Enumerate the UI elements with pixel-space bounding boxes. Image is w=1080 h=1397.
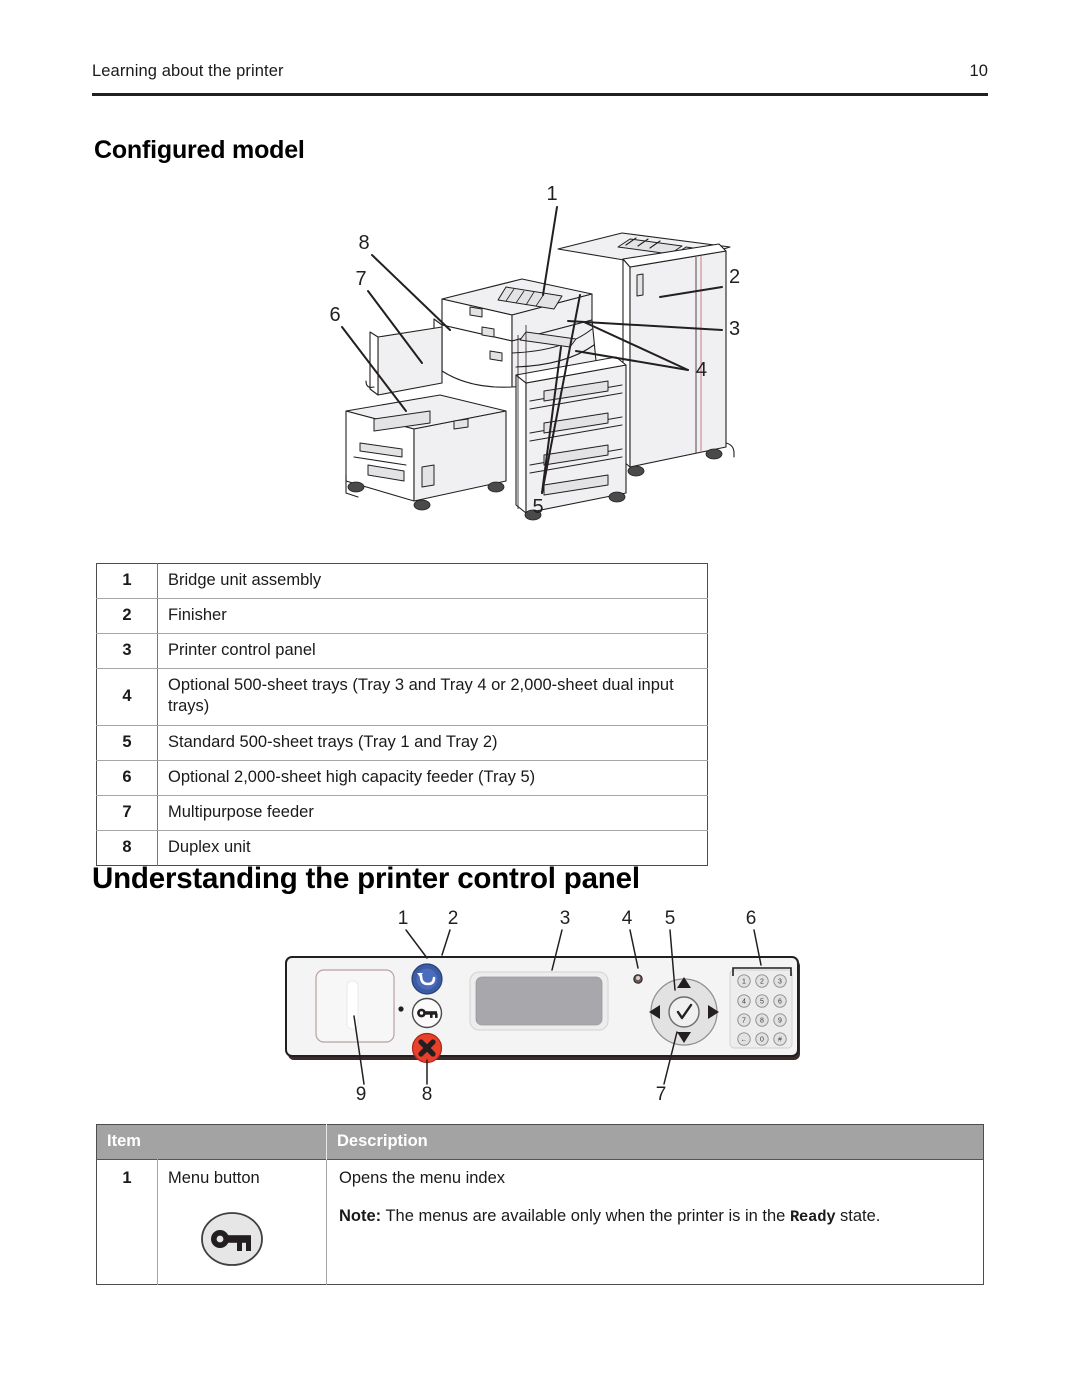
item-number: 1 <box>96 1159 158 1285</box>
svg-text:7: 7 <box>742 1018 746 1025</box>
part-description: Optional 500-sheet trays (Tray 3 and Tra… <box>157 668 708 726</box>
printer-callout-2: 2 <box>729 266 740 288</box>
column-header-item: Item <box>96 1124 327 1160</box>
header-divider-rule <box>92 93 988 96</box>
note-text-before: The menus are available only when the pr… <box>381 1207 790 1226</box>
part-number: 4 <box>96 668 158 726</box>
cp-callout-3: 3 <box>560 908 571 929</box>
cp-callout-4: 4 <box>622 908 633 929</box>
printer-callout-3: 3 <box>729 318 740 340</box>
svg-text:9: 9 <box>778 1018 782 1025</box>
part-description: Optional 2,000-sheet high capacity feede… <box>157 760 708 796</box>
table-row: 7 Multipurpose feeder <box>96 795 708 831</box>
printer-callout-7: 7 <box>355 268 366 290</box>
item-name-cell: Menu button <box>157 1159 327 1285</box>
svg-text:3: 3 <box>778 979 782 986</box>
table-header-row: Item Description <box>96 1124 984 1160</box>
part-number: 8 <box>96 830 158 866</box>
printer-callout-4: 4 <box>696 359 707 381</box>
printer-callout-6: 6 <box>330 304 341 326</box>
printer-callout-5: 5 <box>532 496 543 518</box>
cp-callout-8: 8 <box>422 1084 433 1105</box>
svg-text:6: 6 <box>778 999 782 1006</box>
table-row: 6 Optional 2,000-sheet high capacity fee… <box>96 760 708 796</box>
part-description: Duplex unit <box>168 837 251 856</box>
part-number: 2 <box>96 598 158 635</box>
table-row: 8 Duplex unit <box>96 830 708 866</box>
svg-text:0: 0 <box>760 1037 764 1044</box>
table-row: 3 Printer control panel <box>96 633 708 670</box>
part-description: Bridge unit assembly <box>157 563 708 600</box>
description-text: Opens the menu index <box>339 1169 506 1187</box>
control-panel-item-table: Item Description 1 Menu button Opens the… <box>96 1124 984 1285</box>
part-number: 1 <box>96 563 158 600</box>
svg-text:2: 2 <box>760 979 764 986</box>
note-state-value: Ready <box>789 1208 836 1227</box>
printer-callout-8: 8 <box>358 232 369 254</box>
section-title-control-panel: Understanding the printer control panel <box>92 862 640 895</box>
svg-text:4: 4 <box>742 999 746 1006</box>
header-page-number: 10 <box>969 62 988 80</box>
note-text-after: state. <box>835 1207 881 1226</box>
configured-model-illustration: .ln { fill:none; stroke:#231f20; stroke-… <box>330 175 750 555</box>
item-label: Menu button <box>168 1169 260 1187</box>
cp-callout-1: 1 <box>398 908 409 929</box>
svg-text:#: # <box>778 1037 782 1044</box>
table-row: 1 Bridge unit assembly <box>96 563 708 600</box>
cp-callout-9: 9 <box>356 1084 367 1105</box>
printer-callout-1: 1 <box>546 183 557 205</box>
part-number: 7 <box>96 795 158 831</box>
page-title-configured-model: Configured model <box>94 136 305 164</box>
part-number: 5 <box>96 725 158 761</box>
page-header: Learning about the printer 10 <box>92 62 988 81</box>
header-section-title: Learning about the printer <box>92 62 284 80</box>
cp-callout-7: 7 <box>656 1084 667 1105</box>
svg-text:←: ← <box>741 1037 748 1044</box>
part-description: Printer control panel <box>157 633 708 670</box>
part-number: 6 <box>96 760 158 796</box>
table-row: 5 Standard 500-sheet trays (Tray 1 and T… <box>96 725 708 761</box>
cp-callout-5: 5 <box>665 908 676 929</box>
printer-control-panel-illustration: .cl { fill:none; stroke:#231f20; stroke-… <box>272 908 817 1108</box>
table-row: 1 Menu button Opens the menu index Note:… <box>96 1159 984 1285</box>
part-description: Standard 500-sheet trays (Tray 1 and Tra… <box>157 725 708 761</box>
part-description: Multipurpose feeder <box>157 795 708 831</box>
key-icon <box>194 1211 316 1273</box>
column-header-description: Description <box>326 1124 984 1160</box>
note-label: Note: <box>339 1207 382 1226</box>
description-note: Note: The menus are available only when … <box>339 1206 973 1227</box>
cp-callout-2: 2 <box>448 908 459 929</box>
part-number: 3 <box>96 633 158 670</box>
table-row: 4 Optional 500-sheet trays (Tray 3 and T… <box>96 668 708 726</box>
svg-text:1: 1 <box>742 979 746 986</box>
table-row: 2 Finisher <box>96 598 708 635</box>
part-description: Finisher <box>157 598 708 635</box>
svg-text:5: 5 <box>760 999 764 1006</box>
svg-text:8: 8 <box>760 1018 764 1025</box>
cp-callout-6: 6 <box>746 908 757 929</box>
configured-model-parts-table: 1 Bridge unit assembly 2 Finisher 3 Prin… <box>96 563 708 866</box>
item-description-cell: Opens the menu index Note: The menus are… <box>326 1159 984 1285</box>
